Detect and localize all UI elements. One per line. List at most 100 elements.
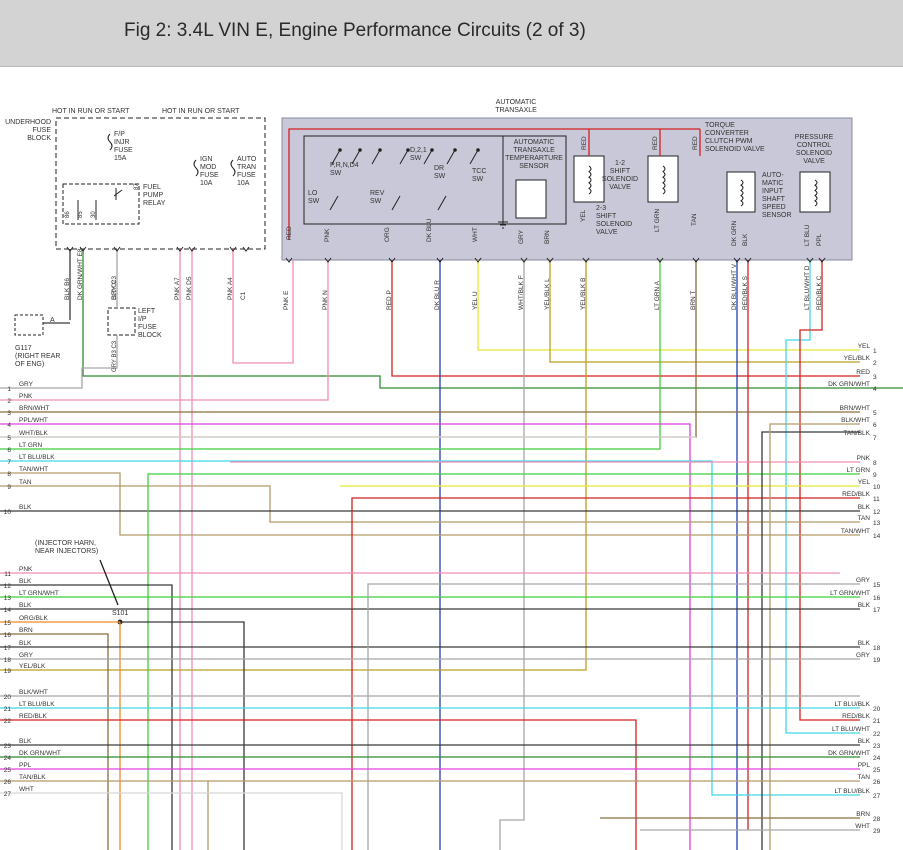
right-wire-number: 19 bbox=[873, 657, 881, 664]
right-wire-label: BLK/WHT bbox=[841, 417, 870, 424]
connector-label: PNK A4 bbox=[227, 277, 234, 300]
right-wire-number: 18 bbox=[873, 645, 881, 652]
shift-12-label: SOLENOID bbox=[602, 176, 638, 183]
connector-label: WHT/BLK F bbox=[518, 275, 525, 310]
right-wire-number: 13 bbox=[873, 520, 881, 527]
fp-injr-fuse-label: INJR bbox=[114, 139, 130, 146]
wire-tan-wht bbox=[0, 472, 860, 536]
left-wire-label: PPL bbox=[19, 762, 32, 769]
right-wire-label: TAN/WHT bbox=[841, 528, 870, 535]
right-wire-label: LT BLU/BLK bbox=[834, 788, 870, 795]
left-wire-label: PPL/WHT bbox=[19, 417, 48, 424]
left-wire-label: LT GRN bbox=[19, 442, 43, 449]
right-wire-number: 29 bbox=[873, 828, 881, 835]
left-ip-fuse-label: LEFT bbox=[138, 308, 156, 315]
fp-injr-fuse-label: FUSE bbox=[114, 147, 133, 154]
fuse-icon bbox=[107, 133, 113, 151]
wire-lt-grn bbox=[0, 260, 661, 450]
left-wire-label: PNK bbox=[19, 566, 33, 573]
pressure-control-solenoid bbox=[799, 171, 831, 213]
right-wire-number: 4 bbox=[873, 386, 877, 393]
automatic-transaxle-label: TRANSAXLE bbox=[495, 107, 537, 114]
left-wire-number: 3 bbox=[7, 410, 11, 417]
right-wire-label: GRY bbox=[856, 652, 871, 659]
top-wire-label: RED bbox=[692, 136, 699, 150]
inner-wire-label: DK BLU bbox=[426, 218, 433, 242]
left-wire-label: BLK bbox=[19, 578, 32, 585]
left-wire-number: 16 bbox=[4, 632, 12, 639]
right-wire-label: DK GRN/WHT bbox=[828, 750, 870, 757]
fuel-pump-relay bbox=[62, 183, 140, 225]
right-wire-number: 9 bbox=[873, 472, 877, 479]
left-ip-fuse-label: FUSE bbox=[138, 324, 157, 331]
ign-mod-fuse-label: MOD bbox=[200, 164, 216, 171]
inner-wire-label: DK GRN bbox=[731, 220, 738, 246]
right-wire-number: 26 bbox=[873, 779, 881, 786]
right-wire-label: LT BLU/BLK bbox=[834, 701, 870, 708]
connector-label: PNK N bbox=[322, 290, 329, 310]
inner-wire-label: WHT bbox=[472, 227, 479, 242]
right-wire-number: 11 bbox=[873, 496, 880, 503]
left-ip-fuse-label: I/P bbox=[138, 316, 147, 323]
connector-label: YEL/BLK B bbox=[580, 277, 587, 310]
left-wire-label: LT BLU/BLK bbox=[19, 454, 55, 461]
left-wire-label: BLK/WHT bbox=[19, 689, 48, 696]
ground-connector bbox=[14, 314, 44, 336]
splice-s101-label: S101 bbox=[112, 610, 128, 617]
automatic-transaxle-label: AUTOMATIC bbox=[496, 99, 537, 106]
right-wire-number: 16 bbox=[873, 595, 881, 602]
left-wire-number: 20 bbox=[4, 694, 12, 701]
connector-label: DK GRN/WHT E8 bbox=[77, 248, 84, 300]
right-wire-label: WHT bbox=[855, 823, 870, 830]
pressure-control-label: PRESSURE bbox=[795, 134, 834, 141]
lo-switch-label: SW bbox=[308, 198, 320, 205]
right-wire-number: 25 bbox=[873, 767, 881, 774]
left-wire-label: BLK bbox=[19, 640, 32, 647]
shift-12-label: VALVE bbox=[609, 184, 631, 191]
wire-brn bbox=[0, 633, 109, 850]
left-wire-label: WHT bbox=[19, 786, 34, 793]
right-wire-label: RED bbox=[856, 369, 870, 376]
right-wire-label: PNK bbox=[857, 455, 871, 462]
right-wire-number: 24 bbox=[873, 755, 881, 762]
ign-mod-fuse-label: IGN bbox=[200, 156, 212, 163]
right-wire-number: 21 bbox=[873, 718, 881, 725]
wire-org-blk bbox=[0, 621, 121, 850]
right-wire-label: RED/BLK bbox=[842, 713, 870, 720]
right-wire-number: 3 bbox=[873, 374, 877, 381]
left-wire-label: BLK bbox=[19, 504, 32, 511]
temp-sensor-label: SENSOR bbox=[519, 163, 549, 170]
right-wire-number: 6 bbox=[873, 422, 877, 429]
ground-g117-label: OF ENG) bbox=[15, 361, 44, 368]
left-wire-number: 26 bbox=[4, 779, 12, 786]
right-wire-label: DK GRN/WHT bbox=[828, 381, 870, 388]
injector-harness-note: NEAR INJECTORS) bbox=[35, 548, 98, 555]
tcc-pwm-label: TORQUE bbox=[705, 122, 735, 129]
right-wire-number: 17 bbox=[873, 607, 881, 614]
pressure-control-label: SOLENOID bbox=[796, 150, 832, 157]
d21-switch-label: D,2,1 bbox=[410, 147, 427, 154]
tcc-pwm-label: SOLENOID VALVE bbox=[705, 146, 765, 153]
wiring-diagram: HOT IN RUN OR START HOT IN RUN OR STARTUN… bbox=[0, 99, 903, 850]
left-wire-number: 13 bbox=[4, 595, 12, 602]
top-wire-label: RED bbox=[652, 136, 659, 150]
left-wire-label: BRN/WHT bbox=[19, 405, 49, 412]
right-wire-number: 15 bbox=[873, 582, 881, 589]
right-wire-label: YEL/BLK bbox=[844, 355, 871, 362]
left-wire-label: RED/BLK bbox=[19, 713, 47, 720]
left-wire-label: TAN bbox=[19, 479, 32, 486]
input-speed-sensor-label: SPEED bbox=[762, 204, 786, 211]
connector-pin-icon bbox=[242, 246, 250, 252]
inner-wire-label: GRY bbox=[518, 229, 525, 244]
left-wire-label: PNK bbox=[19, 393, 33, 400]
left-wire-number: 5 bbox=[7, 435, 11, 442]
left-wire-label: LT GRN/WHT bbox=[19, 590, 59, 597]
right-wire-label: BRN/WHT bbox=[840, 405, 870, 412]
right-wire-label: TAN/BLK bbox=[843, 430, 870, 437]
pressure-control-label: CONTROL bbox=[797, 142, 831, 149]
connector-label: BLK B6 bbox=[64, 278, 71, 300]
left-wire-number: 8 bbox=[7, 471, 11, 478]
inner-wire-label: PNK bbox=[324, 228, 331, 242]
right-wire-label: BLK bbox=[858, 504, 871, 511]
relay-pin-label: 30 bbox=[91, 211, 97, 218]
